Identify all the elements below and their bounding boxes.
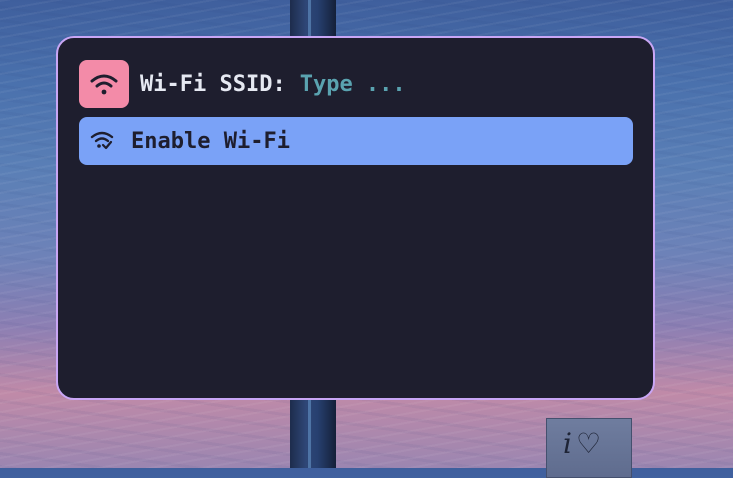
ssid-search-input[interactable]: Type ... <box>300 72 406 97</box>
list-item-label: Enable Wi-Fi <box>131 128 290 154</box>
wifi-icon <box>79 60 129 108</box>
results-list: Enable Wi-Fi <box>79 117 633 165</box>
wallpaper-sign-letter: i <box>563 427 576 460</box>
wifi-check-icon <box>89 128 115 154</box>
wallpaper-sign: i♡ <box>546 418 632 478</box>
heart-icon: ♡ <box>575 427 606 460</box>
search-row: Wi-Fi SSID: Type ... <box>79 60 406 108</box>
list-item-enable-wifi[interactable]: Enable Wi-Fi <box>79 117 633 165</box>
wallpaper-sign-text: i♡ <box>563 427 605 460</box>
prompt-label: Wi-Fi SSID: <box>140 71 286 97</box>
wifi-launcher-window: Wi-Fi SSID: Type ... Enable Wi-Fi <box>56 36 655 400</box>
wifi-icon-graphic <box>90 74 118 95</box>
